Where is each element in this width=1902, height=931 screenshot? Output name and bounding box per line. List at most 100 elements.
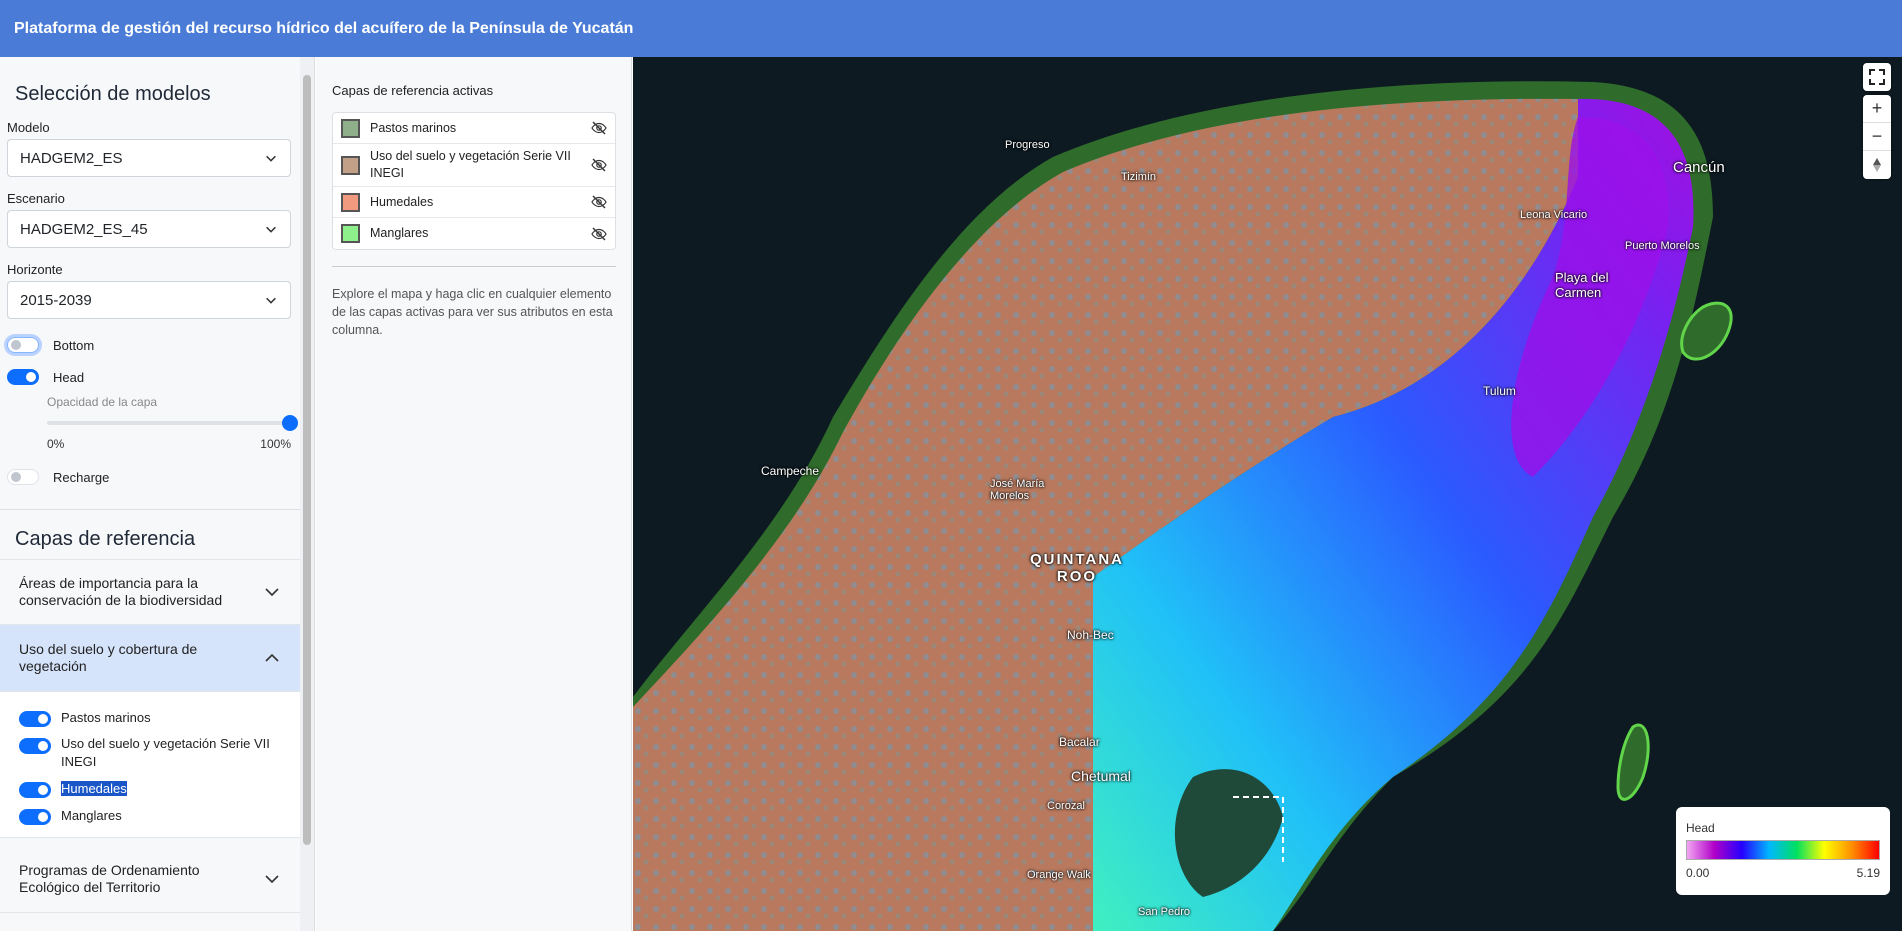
active-layers-panel: Capas de referencia activas Pastos marin… <box>316 57 632 931</box>
accordion-ordenamiento-label: Programas de Ordenamiento Ecológico del … <box>19 862 200 895</box>
chevron-down-icon <box>266 297 276 304</box>
place-label: José María Morelos <box>990 478 1045 502</box>
ref-toggle-pastos[interactable]: Pastos marinos <box>19 710 300 727</box>
ref-toggle-manglares[interactable]: Manglares <box>19 808 300 825</box>
opacity-slider[interactable] <box>47 415 298 431</box>
chevron-down-icon <box>265 588 279 597</box>
zoom-controls[interactable]: + − <box>1863 95 1891 179</box>
ref-toggle-uso-suelo[interactable]: Uso del suelo y vegetación Serie VII INE… <box>19 736 300 771</box>
opacity-label: Opacidad de la capa <box>47 395 158 409</box>
app-title: Plataforma de gestión del recurso hídric… <box>14 19 634 37</box>
place-label: Progreso <box>1005 139 1050 151</box>
opacity-control: Opacidad de la capa 0% 100% <box>47 395 298 451</box>
opacity-slider-thumb[interactable] <box>282 415 298 431</box>
legend-color-ramp <box>1686 840 1880 860</box>
legend-min: 0.00 <box>1686 866 1710 880</box>
place-label: Puerto Morelos <box>1625 240 1700 252</box>
humedales-label: Humedales <box>61 781 127 796</box>
horizon-value: 2015-2039 <box>20 291 92 309</box>
active-layer-row: Uso del suelo y vegetación Serie VII INE… <box>333 144 615 187</box>
humedales-switch[interactable] <box>19 782 51 798</box>
pastos-switch[interactable] <box>19 711 51 727</box>
uso-suelo-label: Uso del suelo y vegetación Serie VII INE… <box>61 736 270 769</box>
place-label: Orange Walk <box>1027 869 1091 881</box>
fullscreen-icon[interactable] <box>1863 63 1891 91</box>
active-layer-row: Humedales <box>333 187 615 218</box>
zoom-in-button[interactable]: + <box>1863 95 1891 123</box>
uso-suelo-switch[interactable] <box>19 738 51 754</box>
legend-max: 5.19 <box>1856 866 1880 880</box>
active-layer-name: Uso del suelo y vegetación Serie VII INE… <box>370 149 571 180</box>
place-label: Corozal <box>1047 800 1085 812</box>
layer-toggle-head[interactable]: Head <box>7 369 300 385</box>
eye-slash-icon[interactable] <box>591 157 607 173</box>
layer-swatch <box>341 224 360 243</box>
recharge-label: Recharge <box>53 469 110 485</box>
place-label: QUINTANA ROO <box>1029 551 1125 585</box>
active-layer-name: Humedales <box>370 194 434 209</box>
active-layer-row: Pastos marinos <box>333 113 615 144</box>
horizon-select[interactable]: 2015-2039 <box>7 281 291 319</box>
chevron-down-icon <box>266 155 276 162</box>
place-label: San Pedro <box>1138 906 1190 918</box>
chevron-down-icon <box>265 875 279 884</box>
scenario-select[interactable]: HADGEM2_ES_45 <box>7 210 291 248</box>
manglares-switch[interactable] <box>19 809 51 825</box>
map-view[interactable]: Campeche Cancún Leona Vicario Puerto Mor… <box>633 57 1902 931</box>
horizon-label: Horizonte <box>7 262 63 277</box>
accordion-land-use-body: Pastos marinos Uso del suelo y vegetació… <box>0 692 300 838</box>
scenario-label: Escenario <box>7 191 65 206</box>
ref-toggle-humedales[interactable]: Humedales <box>19 781 300 798</box>
chevron-down-icon <box>266 226 276 233</box>
map-hint-text: Explore el mapa y haga clic en cualquier… <box>332 287 613 337</box>
manglares-label: Manglares <box>61 808 122 823</box>
active-layer-name: Manglares <box>370 226 429 240</box>
compass-icon[interactable] <box>1863 151 1891 179</box>
divider <box>0 509 300 510</box>
divider <box>332 266 616 267</box>
accordion-land-use[interactable]: Uso del suelo y cobertura de vegetación <box>0 625 300 692</box>
active-layers-heading: Capas de referencia activas <box>332 83 494 98</box>
left-panel-scrollbar[interactable] <box>300 57 315 931</box>
place-label: Playa del Carmen <box>1555 270 1609 300</box>
place-label: Campeche <box>761 464 820 478</box>
model-select[interactable]: HADGEM2_ES <box>7 139 291 177</box>
place-label: Bacalar <box>1059 735 1100 749</box>
legend-title: Head <box>1686 821 1715 835</box>
top-bar: Plataforma de gestión del recurso hídric… <box>0 0 1902 57</box>
accordion-ordenamiento[interactable]: Programas de Ordenamiento Ecológico del … <box>0 846 300 913</box>
model-label: Modelo <box>7 120 50 135</box>
accordion-biodiversity[interactable]: Áreas de importancia para la conservació… <box>0 559 300 625</box>
reference-heading: Capas de referencia <box>15 528 196 550</box>
scrollbar-thumb[interactable] <box>303 75 311 845</box>
opacity-max-label: 100% <box>260 437 291 451</box>
place-label: Leona Vicario <box>1520 209 1588 221</box>
accordion-biodiversity-label: Áreas de importancia para la conservació… <box>19 575 223 608</box>
active-layer-name: Pastos marinos <box>370 120 457 135</box>
head-label: Head <box>53 369 85 385</box>
models-heading: Selección de modelos <box>15 83 211 105</box>
map-canvas[interactable] <box>633 57 1902 931</box>
layer-toggle-bottom[interactable]: Bottom <box>7 337 300 353</box>
head-switch[interactable] <box>7 369 39 385</box>
eye-slash-icon[interactable] <box>591 226 607 242</box>
active-layer-row: Manglares <box>333 218 615 249</box>
model-value: HADGEM2_ES <box>20 149 123 167</box>
place-label: Tizimín <box>1121 171 1157 183</box>
place-label: Chetumal <box>1071 768 1131 784</box>
bottom-switch[interactable] <box>7 337 39 353</box>
fullscreen-control[interactable] <box>1863 63 1891 91</box>
recharge-switch[interactable] <box>7 469 39 485</box>
chevron-up-icon <box>265 653 279 662</box>
layer-swatch <box>341 192 360 212</box>
zoom-out-button[interactable]: − <box>1863 123 1891 151</box>
accordion-land-use-label: Uso del suelo y cobertura de vegetación <box>19 641 198 674</box>
eye-slash-icon[interactable] <box>591 194 607 210</box>
place-label: Noh-Bec <box>1067 628 1114 642</box>
layer-toggle-recharge[interactable]: Recharge <box>7 469 300 485</box>
bottom-label: Bottom <box>53 337 95 353</box>
layer-swatch <box>341 118 360 138</box>
eye-slash-icon[interactable] <box>591 120 607 136</box>
pastos-label: Pastos marinos <box>61 710 151 725</box>
scenario-value: HADGEM2_ES_45 <box>20 220 148 238</box>
